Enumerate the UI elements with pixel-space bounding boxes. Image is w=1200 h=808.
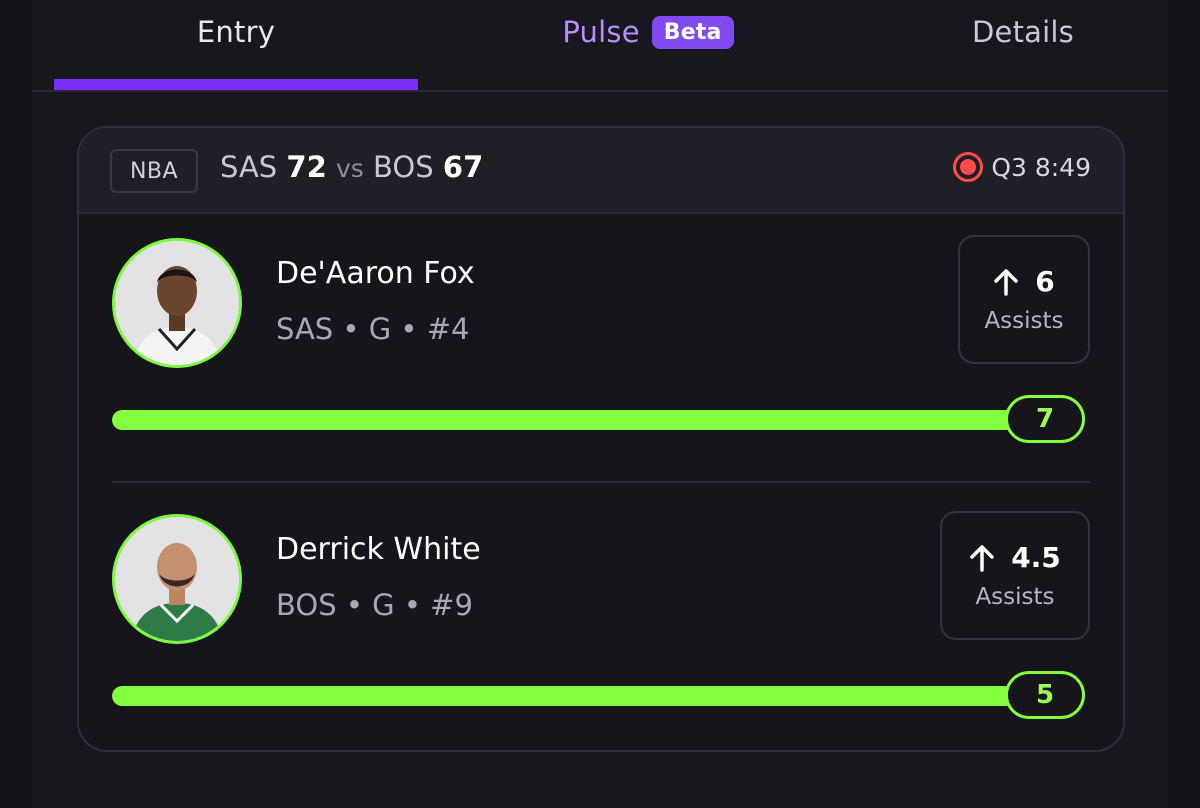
vs-label: vs: [336, 154, 364, 183]
entry-panel: Entry Pulse Beta Details NBA SAS 72 vs B…: [32, 0, 1168, 808]
arrow-up-icon: [970, 544, 994, 572]
live-status: Q3 8:49: [953, 152, 1091, 182]
left-gutter: [0, 0, 32, 808]
active-tab-indicator: [54, 79, 418, 90]
game-header: NBA SAS 72 vs BOS 67 Q3 8:49: [79, 128, 1123, 214]
player-divider: [112, 481, 1090, 483]
progress-fill: [112, 686, 1042, 706]
player-row[interactable]: Derrick White BOS • G • #9 4.5 Assists 5: [79, 508, 1123, 750]
player-avatar: [112, 238, 242, 368]
live-indicator-icon: [953, 152, 984, 182]
tab-divider: [32, 90, 1168, 92]
progress-track: [112, 686, 1042, 706]
tab-pulse[interactable]: Pulse Beta: [418, 10, 878, 54]
beta-badge: Beta: [651, 15, 734, 49]
right-gutter: [1168, 0, 1200, 808]
team2-name: BOS: [373, 150, 434, 184]
stat-line-box: 4.5 Assists: [940, 511, 1090, 640]
player-meta: SAS • G • #4: [276, 312, 470, 346]
tab-details-label: Details: [972, 15, 1074, 49]
team2-score: 67: [442, 150, 484, 184]
player-avatar: [112, 514, 242, 644]
stat-label: Assists: [975, 584, 1055, 610]
tab-entry-label: Entry: [196, 15, 276, 49]
team1-name: SAS: [220, 150, 278, 184]
progress-fill: [112, 410, 1042, 430]
tab-pulse-label: Pulse: [562, 15, 640, 49]
tab-entry[interactable]: Entry: [54, 10, 418, 54]
player-name: De'Aaron Fox: [276, 256, 475, 291]
progress-track: [112, 410, 1042, 430]
player-meta: BOS • G • #9: [276, 588, 473, 622]
player-name: Derrick White: [276, 532, 481, 567]
player-headshot-icon: [115, 241, 239, 365]
stat-line-value: 4.5: [1011, 541, 1061, 574]
matchup-score: SAS 72 vs BOS 67: [220, 150, 483, 184]
stat-line-value: 6: [1035, 265, 1055, 298]
game-card[interactable]: NBA SAS 72 vs BOS 67 Q3 8:49 De'Aaron Fo…: [77, 126, 1125, 752]
game-clock: Q3 8:49: [991, 152, 1091, 182]
team1-score: 72: [286, 150, 327, 184]
stat-line-box: 6 Assists: [958, 235, 1090, 364]
player-row[interactable]: De'Aaron Fox SAS • G • #4 6 Assists 7: [79, 232, 1123, 502]
tab-details[interactable]: Details: [878, 10, 1168, 54]
arrow-up-icon: [994, 268, 1018, 296]
league-badge: NBA: [110, 149, 198, 193]
player-headshot-icon: [115, 517, 239, 641]
current-stat-bubble: 7: [1005, 395, 1085, 443]
stat-label: Assists: [984, 308, 1064, 334]
current-stat-bubble: 5: [1005, 671, 1085, 719]
